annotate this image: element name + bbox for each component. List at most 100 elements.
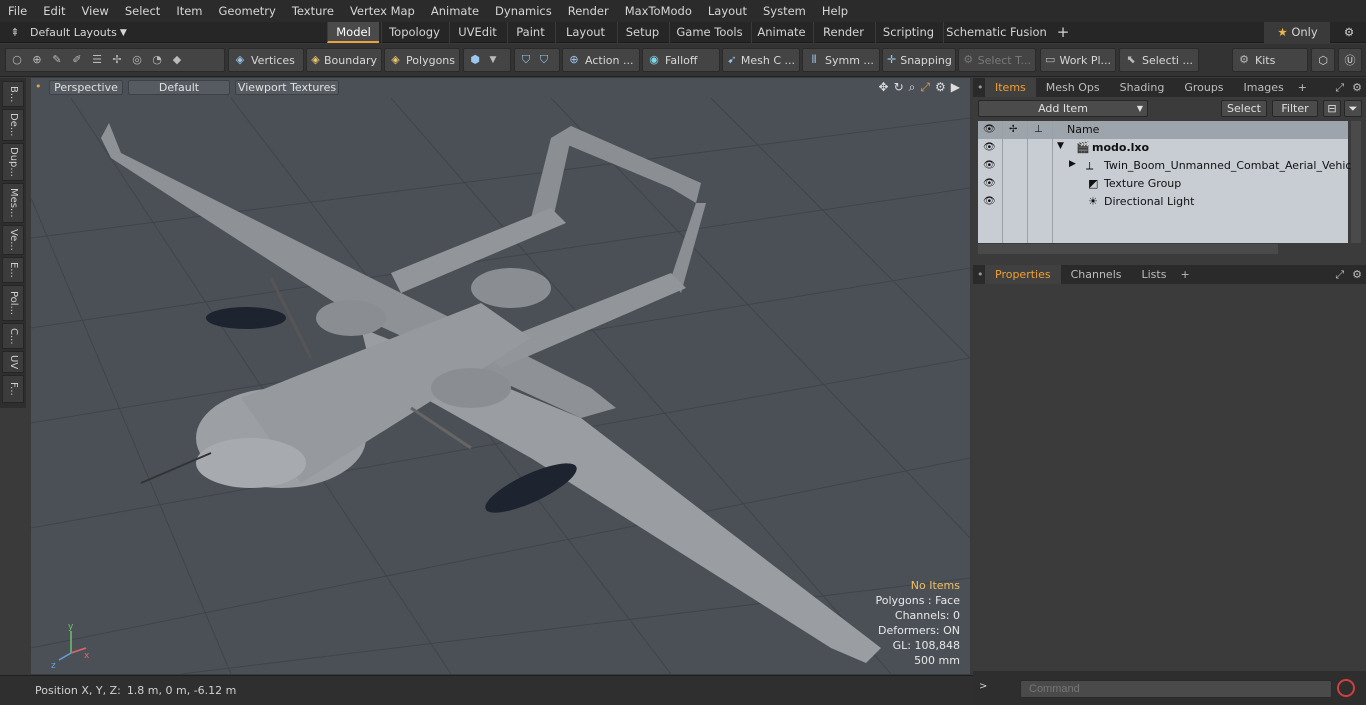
symmetry-button[interactable]: ⫴ Symm ... xyxy=(802,48,880,72)
panel-gear-icon[interactable]: ⚙ xyxy=(1348,78,1366,97)
layouts-dropdown[interactable]: ⇞ Default Layouts ▼ xyxy=(8,22,126,43)
add-panel-tab-icon[interactable]: + xyxy=(1176,265,1193,284)
expand-arrow-icon[interactable]: ▶ xyxy=(1069,159,1076,169)
tab-scripting[interactable]: Scripting xyxy=(875,22,941,43)
menu-render[interactable]: Render xyxy=(560,0,617,22)
list-item[interactable]: 👁 ◩ Texture Group xyxy=(978,175,1348,193)
layers-icon[interactable]: ☰ xyxy=(90,53,104,67)
mesh-constraint-button[interactable]: ➹ Mesh C ... xyxy=(722,48,800,72)
tab-shading[interactable]: Shading xyxy=(1110,78,1175,97)
menu-system[interactable]: System xyxy=(755,0,814,22)
tab-model[interactable]: Model xyxy=(327,22,379,43)
menu-view[interactable]: View xyxy=(74,0,117,22)
eye-icon[interactable]: 👁 xyxy=(983,160,996,172)
3d-viewport[interactable]: y x z • Perspective Default Viewport Tex… xyxy=(31,78,970,674)
tab-channels[interactable]: Channels xyxy=(1061,265,1132,284)
tab-polygon[interactable]: Pol... xyxy=(2,285,24,321)
tab-images[interactable]: Images xyxy=(1234,78,1294,97)
menu-texture[interactable]: Texture xyxy=(284,0,342,22)
selection-sets-button[interactable]: ⬉ Selecti ... xyxy=(1119,48,1199,72)
tab-setup[interactable]: Setup xyxy=(617,22,667,43)
orbit-icon[interactable]: ↻ xyxy=(894,80,904,95)
circle-select-icon[interactable]: ○ xyxy=(10,53,24,67)
tab-edge[interactable]: E... xyxy=(2,257,24,283)
tab-schematic-fusion[interactable]: Schematic Fusion xyxy=(943,22,1049,43)
item-list-hscrollbar[interactable] xyxy=(978,244,1278,254)
tab-uv[interactable]: UV xyxy=(2,351,24,373)
menu-edit[interactable]: Edit xyxy=(35,0,73,22)
center-icon[interactable]: ◎ xyxy=(130,53,144,67)
play-icon[interactable]: ▶ xyxy=(951,80,960,95)
shield-alt-icon[interactable]: ⛉ xyxy=(537,53,551,67)
vertices-button[interactable]: ◈ Vertices xyxy=(228,48,304,72)
add-tab-icon[interactable]: + xyxy=(1052,22,1074,43)
tab-paint[interactable]: Paint xyxy=(507,22,553,43)
list-item[interactable]: 👁 ▼ 🎬 modo.lxo xyxy=(978,139,1348,157)
funnel-icon[interactable]: ⏷ xyxy=(1344,100,1362,117)
tab-mesh-ops[interactable]: Mesh Ops xyxy=(1036,78,1110,97)
tab-layout[interactable]: Layout xyxy=(555,22,615,43)
eye-icon[interactable]: 👁 xyxy=(983,142,996,154)
unreal-icon[interactable]: Ⓤ xyxy=(1338,48,1362,72)
filter-button[interactable]: Filter xyxy=(1272,100,1318,117)
tab-render[interactable]: Render xyxy=(813,22,873,43)
polygons-button[interactable]: ◈ Polygons xyxy=(384,48,460,72)
tab-topology[interactable]: Topology xyxy=(381,22,447,43)
name-column-header[interactable]: Name xyxy=(1067,123,1099,136)
transform-icon[interactable]: ✢ xyxy=(110,53,124,67)
menu-item[interactable]: Item xyxy=(168,0,210,22)
rotate-icon[interactable]: ◔ xyxy=(150,53,164,67)
material-mode-button[interactable]: ⬢ ▼ xyxy=(463,48,511,72)
shield-icon[interactable]: ⛉ xyxy=(519,53,533,67)
tab-mesh-edit[interactable]: Mes... xyxy=(2,183,24,223)
shading-style-button[interactable]: Default xyxy=(128,80,230,95)
add-panel-tab-icon[interactable]: + xyxy=(1294,78,1311,97)
tab-animate[interactable]: Animate xyxy=(751,22,811,43)
zoom-icon[interactable]: ⌕ xyxy=(909,80,916,95)
menu-animate[interactable]: Animate xyxy=(423,0,487,22)
tab-groups[interactable]: Groups xyxy=(1174,78,1233,97)
tab-properties[interactable]: Properties xyxy=(985,265,1061,284)
panel-gear-icon[interactable]: ⚙ xyxy=(1348,265,1366,284)
tab-basic[interactable]: B... xyxy=(2,81,24,107)
tab-vertex[interactable]: Ve... xyxy=(2,225,24,255)
list-item[interactable]: 👁 ▶ ⟂ Twin_Boom_Unmanned_Combat_Aerial_V… xyxy=(978,157,1361,175)
select-button[interactable]: Select xyxy=(1221,100,1267,117)
tab-fusion[interactable]: F... xyxy=(2,375,24,403)
view-type-button[interactable]: Perspective xyxy=(49,80,123,95)
menu-select[interactable]: Select xyxy=(117,0,168,22)
menu-file[interactable]: File xyxy=(0,0,35,22)
menu-dynamics[interactable]: Dynamics xyxy=(487,0,560,22)
tab-uvedit[interactable]: UVEdit xyxy=(449,22,505,43)
select-through-button[interactable]: ⚙ Select T... xyxy=(958,48,1036,72)
work-plane-button[interactable]: ▭ Work Pl... xyxy=(1040,48,1116,72)
viewport-textures-button[interactable]: Viewport Textures xyxy=(235,80,339,95)
eye-icon[interactable]: 👁 xyxy=(983,196,996,208)
brush-icon[interactable]: ✐ xyxy=(70,53,84,67)
collapse-list-icon[interactable]: ⊟ xyxy=(1323,100,1341,117)
tab-deform[interactable]: De... xyxy=(2,109,24,141)
eye-icon[interactable]: 👁 xyxy=(983,178,996,190)
tab-duplicate[interactable]: Dup... xyxy=(2,143,24,181)
item-mode-icon[interactable]: ◆ xyxy=(170,53,184,67)
viewport-gear-icon[interactable]: ⚙ xyxy=(935,80,946,95)
expand-icon[interactable]: ⤢ xyxy=(1331,78,1348,97)
tab-items[interactable]: Items xyxy=(985,78,1036,97)
pen-icon[interactable]: ✎ xyxy=(50,53,64,67)
record-icon[interactable] xyxy=(1337,679,1355,697)
menu-help[interactable]: Help xyxy=(814,0,856,22)
tab-lists[interactable]: Lists xyxy=(1132,265,1177,284)
item-list-scrollbar[interactable] xyxy=(1351,121,1361,243)
globe-icon[interactable]: ⊕ xyxy=(30,53,44,67)
gear-icon[interactable]: ⚙ xyxy=(1336,22,1362,43)
action-center-button[interactable]: ⊕ Action ... xyxy=(562,48,640,72)
add-item-button[interactable]: Add Item ▼ xyxy=(978,100,1148,117)
snapping-button[interactable]: ✛ Snapping xyxy=(882,48,956,72)
maximize-icon[interactable]: ⤢ xyxy=(920,80,930,95)
unity-icon[interactable]: ⬡ xyxy=(1311,48,1335,72)
expand-icon[interactable]: ⤢ xyxy=(1331,265,1348,284)
pan-icon[interactable]: ✥ xyxy=(879,80,889,95)
menu-layout[interactable]: Layout xyxy=(700,0,755,22)
tab-curve[interactable]: C... xyxy=(2,323,24,349)
expand-arrow-icon[interactable]: ▼ xyxy=(1057,141,1064,151)
